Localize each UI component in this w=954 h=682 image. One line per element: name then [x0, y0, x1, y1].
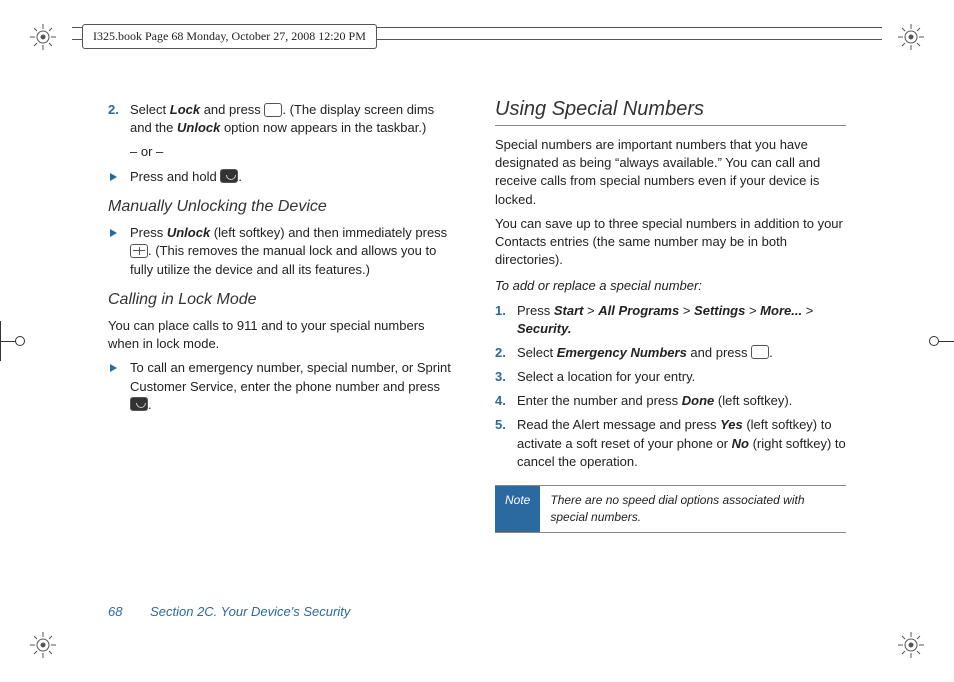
term-more: More...: [760, 303, 802, 318]
text: Read the Alert message and press: [517, 417, 720, 432]
corner-ornament-icon: [28, 22, 58, 52]
heading-manual-unlock: Manually Unlocking the Device: [108, 196, 459, 218]
text: (left softkey) and then immediately pres…: [210, 225, 447, 240]
gt: >: [745, 303, 760, 318]
text: Enter the number and press: [517, 393, 682, 408]
step-2: 2. Select Emergency Numbers and press .: [513, 344, 846, 362]
press-hold-bullet: Press and hold .: [126, 168, 459, 186]
cut-mark-icon: [0, 321, 20, 361]
text: and press: [687, 345, 751, 360]
special-p2: You can save up to three special numbers…: [495, 215, 846, 270]
term-security: Security.: [517, 321, 571, 336]
unlock-bullet: Press Unlock (left softkey) and then imm…: [126, 224, 459, 279]
step-2: 2. Select Lock and press . (The display …: [126, 101, 459, 162]
header-filename: I325.book Page 68 Monday, October 27, 20…: [82, 24, 377, 49]
step-1: 1. Press Start > All Programs > Settings…: [513, 302, 846, 338]
right-column: Using Special Numbers Special numbers ar…: [495, 95, 846, 597]
cut-mark-icon: [934, 321, 954, 361]
text: and press: [200, 102, 264, 117]
note-text: There are no speed dial options associat…: [540, 486, 846, 532]
term-settings: Settings: [694, 303, 745, 318]
call-key-icon: [130, 397, 148, 411]
step-5: 5. Read the Alert message and press Yes …: [513, 416, 846, 471]
text: Select: [517, 345, 557, 360]
nav-key-icon: [130, 244, 148, 258]
text: To call an emergency number, special num…: [130, 360, 451, 393]
heading-special-numbers: Using Special Numbers: [495, 95, 846, 126]
note-label: Note: [495, 486, 540, 532]
page: I325.book Page 68 Monday, October 27, 20…: [0, 0, 954, 682]
text: Press: [130, 225, 167, 240]
corner-ornament-icon: [896, 630, 926, 660]
page-number: 68: [108, 604, 122, 619]
gt: >: [583, 303, 598, 318]
text: Select: [130, 102, 170, 117]
term-done: Done: [682, 393, 715, 408]
text: (left softkey).: [714, 393, 792, 408]
term-unlock: Unlock: [167, 225, 210, 240]
text: option now appears in the taskbar.): [220, 120, 426, 135]
term-all-programs: All Programs: [598, 303, 679, 318]
to-add-instr: To add or replace a special number:: [495, 277, 846, 295]
term-unlock: Unlock: [177, 120, 220, 135]
step-number: 2.: [108, 101, 119, 119]
corner-ornament-icon: [896, 22, 926, 52]
step-number: 3.: [495, 368, 506, 386]
left-column: 2. Select Lock and press . (The display …: [108, 95, 459, 597]
step-number: 4.: [495, 392, 506, 410]
step-4: 4. Enter the number and press Done (left…: [513, 392, 846, 410]
or-text: – or –: [130, 143, 459, 161]
term-lock: Lock: [170, 102, 200, 117]
text: Press: [517, 303, 554, 318]
content-area: 2. Select Lock and press . (The display …: [108, 95, 846, 597]
section-title: Section 2C. Your Device's Security: [150, 604, 350, 619]
gt: >: [679, 303, 694, 318]
footer: 68 Section 2C. Your Device's Security: [108, 604, 350, 619]
heading-lock-mode: Calling in Lock Mode: [108, 289, 459, 311]
term-emergency-numbers: Emergency Numbers: [557, 345, 687, 360]
lock-mode-para: You can place calls to 911 and to your s…: [108, 317, 459, 353]
special-p1: Special numbers are important numbers th…: [495, 136, 846, 209]
end-key-icon: [220, 169, 238, 183]
ok-key-icon: [264, 103, 282, 117]
term-start: Start: [554, 303, 584, 318]
text: Select a location for your entry.: [517, 369, 695, 384]
note-box: Note There are no speed dial options ass…: [495, 485, 846, 533]
text: .: [238, 169, 242, 184]
lock-mode-bullet: To call an emergency number, special num…: [126, 359, 459, 414]
text: .: [148, 397, 152, 412]
step-number: 1.: [495, 302, 506, 320]
term-no: No: [732, 436, 749, 451]
ok-key-icon: [751, 345, 769, 359]
text: . (This removes the manual lock and allo…: [130, 243, 436, 276]
text: .: [769, 345, 773, 360]
step-number: 5.: [495, 416, 506, 434]
step-3: 3. Select a location for your entry.: [513, 368, 846, 386]
corner-ornament-icon: [28, 630, 58, 660]
term-yes: Yes: [720, 417, 743, 432]
step-number: 2.: [495, 344, 506, 362]
gt: >: [802, 303, 813, 318]
text: Press and hold: [130, 169, 220, 184]
